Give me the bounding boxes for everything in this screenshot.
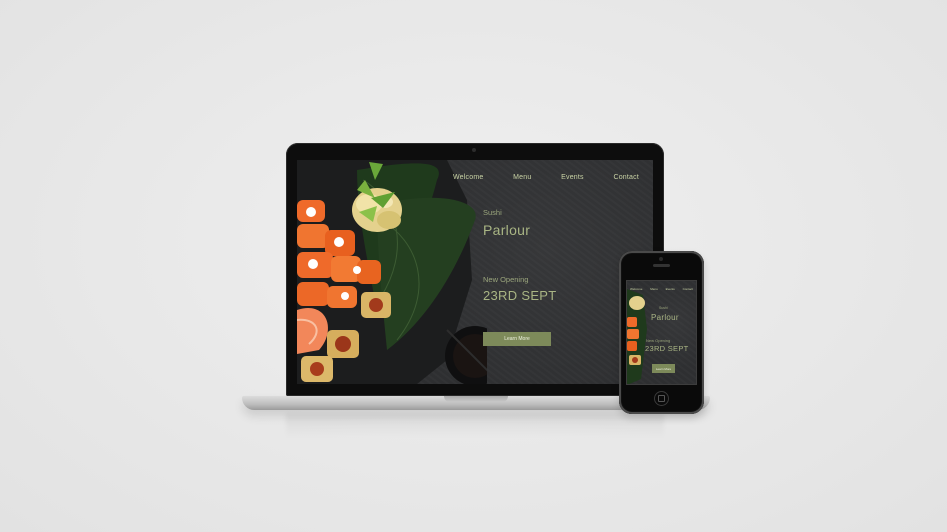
nav-item-welcome[interactable]: Welcome <box>453 174 483 186</box>
phone-camera-icon <box>659 257 663 261</box>
phone-site-nav: Welcome Menu Events Contact <box>630 287 693 291</box>
phone-hero-kicker: Sushi <box>659 306 668 310</box>
phone-screen: Welcome Menu Events Contact Sushi Parlou… <box>626 280 697 385</box>
phone-nav-item-menu[interactable]: Menu <box>650 287 658 291</box>
laptop-lid: Welcome Menu Events Contact Sushi Parlou… <box>286 143 664 396</box>
learn-more-button[interactable]: Learn More <box>483 332 551 346</box>
phone-nav-item-welcome[interactable]: Welcome <box>630 287 642 291</box>
phone-nav-item-contact[interactable]: Contact <box>683 287 693 291</box>
phone-sushi-image <box>627 289 647 384</box>
opening-label: New Opening <box>483 275 529 284</box>
phone-learn-more-button[interactable]: Learn More <box>652 364 675 373</box>
laptop-reflection <box>286 414 664 438</box>
phone-hero-title: Parlour <box>651 313 679 322</box>
phone-nav-item-events[interactable]: Events <box>666 287 675 291</box>
opening-date: 23RD SEPT <box>483 288 557 303</box>
laptop-camera-icon <box>472 148 476 152</box>
sushi-plate-image <box>297 160 487 384</box>
phone-device: Welcome Menu Events Contact Sushi Parlou… <box>619 251 704 414</box>
phone-opening-date: 23RD SEPT <box>645 344 689 353</box>
hero-title: Parlour <box>483 222 531 238</box>
hero-kicker: Sushi <box>483 208 502 217</box>
nav-item-menu[interactable]: Menu <box>513 174 531 186</box>
phone-opening-label: New Opening <box>646 338 671 343</box>
laptop-trackpad-notch <box>444 396 508 402</box>
nav-item-contact[interactable]: Contact <box>613 174 639 186</box>
site-nav: Welcome Menu Events Contact <box>453 174 639 186</box>
phone-speaker <box>653 264 670 267</box>
laptop-screen: Welcome Menu Events Contact Sushi Parlou… <box>297 160 653 384</box>
nav-item-events[interactable]: Events <box>561 174 584 186</box>
phone-home-button-icon[interactable] <box>654 391 669 406</box>
